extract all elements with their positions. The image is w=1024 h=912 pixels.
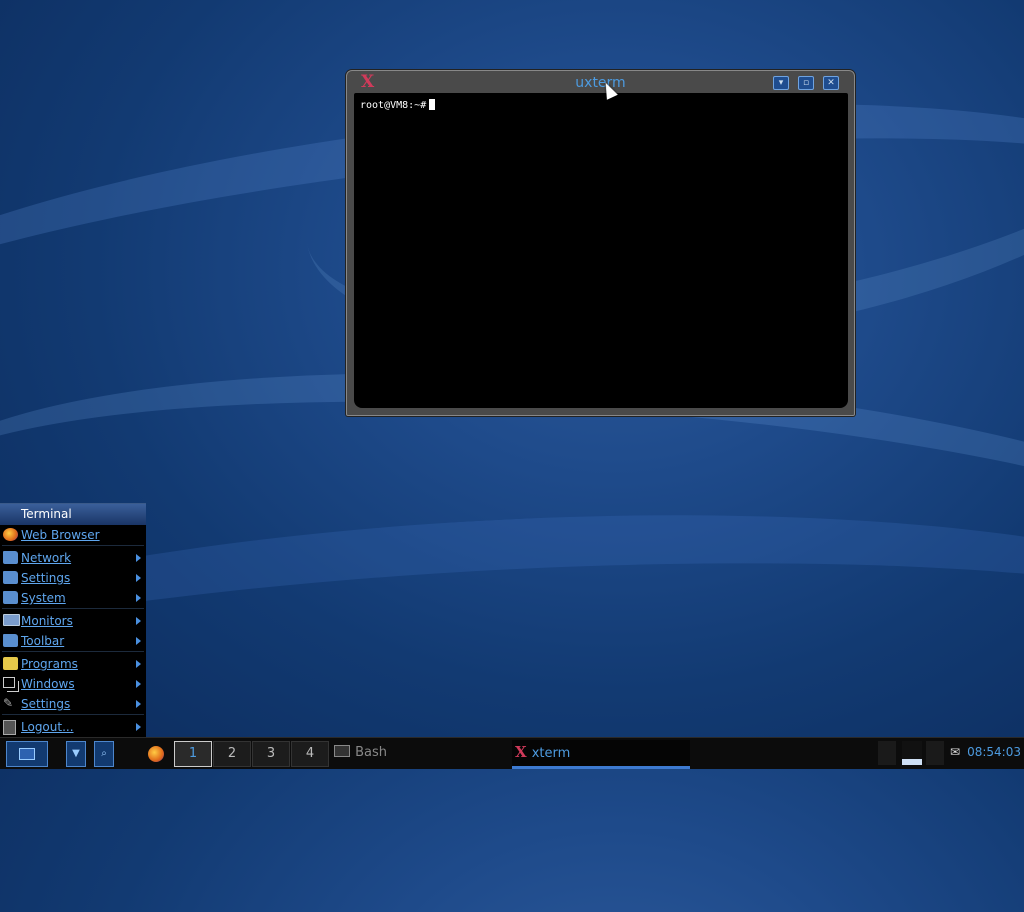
workspace-label: 2 — [227, 746, 237, 761]
task-xterm[interactable]: X xterm — [512, 740, 690, 769]
menu-item-label: Settings — [21, 571, 71, 585]
minimize-icon[interactable]: ▾ — [773, 76, 789, 90]
programs-icon — [3, 657, 18, 670]
text-cursor — [429, 99, 436, 110]
menu-item-label: Web Browser — [21, 528, 100, 542]
taskbar: ▼ ⌕ 1 2 3 4 Bash X xterm ✉ 08:54:03 — [0, 737, 1024, 769]
wrench-icon: ✎ — [3, 696, 14, 710]
workspace-4[interactable]: 4 — [291, 741, 329, 767]
menu-item-windows[interactable]: Windows — [0, 674, 146, 694]
folder-icon — [3, 571, 18, 584]
folder-icon — [3, 591, 18, 604]
start-icon — [19, 748, 35, 760]
start-menu[interactable]: Terminal Web Browser Network Settings Sy… — [0, 503, 146, 738]
menu-header-label: Terminal — [21, 507, 72, 521]
tray-monitor-1 — [878, 741, 896, 765]
maximize-icon[interactable]: ▫ — [798, 76, 814, 90]
menu-item-label: Toolbar — [21, 634, 65, 648]
search-icon[interactable]: ⌕ — [94, 741, 114, 767]
window-titlebar[interactable]: X uxterm ▾ ▫ ✕ — [347, 71, 854, 93]
tray-monitor-2 — [902, 741, 922, 765]
menu-item-label: Network — [21, 551, 72, 565]
submenu-arrow-icon — [136, 594, 141, 602]
menu-item-label: Monitors — [21, 614, 73, 628]
workspace-label: 1 — [188, 746, 198, 761]
terminal-icon — [334, 745, 350, 757]
menu-item-settings-2[interactable]: ✎ Settings — [0, 694, 146, 714]
x-icon: X — [515, 743, 527, 761]
menu-item-label: Programs — [21, 657, 78, 671]
menu-item-settings[interactable]: Settings — [0, 568, 146, 588]
task-label: xterm — [531, 746, 571, 761]
submenu-arrow-icon — [136, 617, 141, 625]
menu-item-system[interactable]: System — [0, 588, 146, 608]
start-menu-button[interactable] — [6, 741, 48, 767]
menu-item-label: Settings — [21, 697, 71, 711]
task-bash[interactable]: Bash — [334, 741, 504, 765]
windows-icon — [3, 677, 15, 688]
uxterm-window[interactable]: X uxterm ▾ ▫ ✕ root@VM8:~# — [346, 70, 855, 416]
close-icon[interactable]: ✕ — [823, 76, 839, 90]
menu-item-web-browser[interactable]: Web Browser — [0, 525, 146, 545]
folder-icon — [3, 634, 18, 647]
submenu-arrow-icon — [136, 574, 141, 582]
monitor-icon — [3, 614, 20, 626]
dropdown-icon[interactable]: ▼ — [66, 741, 86, 767]
workspace-1[interactable]: 1 — [174, 741, 212, 767]
clock: 08:54:03 — [967, 745, 1021, 759]
mail-icon[interactable]: ✉ — [950, 745, 960, 759]
menu-item-monitors[interactable]: Monitors — [0, 611, 146, 631]
menu-item-toolbar[interactable]: Toolbar — [0, 631, 146, 651]
submenu-arrow-icon — [136, 660, 141, 668]
menu-item-label: Logout... — [21, 720, 74, 734]
submenu-arrow-icon — [136, 554, 141, 562]
firefox-launcher[interactable] — [148, 741, 166, 765]
menu-item-network[interactable]: Network — [0, 548, 146, 568]
submenu-arrow-icon — [136, 723, 141, 731]
firefox-icon — [3, 528, 18, 541]
menu-item-label: Windows — [21, 677, 75, 691]
workspace-label: 3 — [266, 746, 276, 761]
terminal-area[interactable]: root@VM8:~# — [354, 93, 848, 408]
logout-icon — [3, 720, 16, 735]
shell-prompt: root@VM8:~# — [360, 100, 427, 111]
workspace-label: 4 — [305, 746, 315, 761]
firefox-icon — [148, 746, 164, 762]
submenu-arrow-icon — [136, 700, 141, 708]
tray-monitor-3 — [926, 741, 944, 765]
submenu-arrow-icon — [136, 680, 141, 688]
workspace-3[interactable]: 3 — [252, 741, 290, 767]
task-label: Bash — [355, 745, 387, 760]
submenu-arrow-icon — [136, 637, 141, 645]
menu-item-logout[interactable]: Logout... — [0, 717, 146, 737]
menu-item-programs[interactable]: Programs — [0, 654, 146, 674]
folder-icon — [3, 551, 18, 564]
workspace-2[interactable]: 2 — [213, 741, 251, 767]
menu-item-label: System — [21, 591, 66, 605]
menu-item-terminal[interactable]: Terminal — [0, 504, 146, 525]
